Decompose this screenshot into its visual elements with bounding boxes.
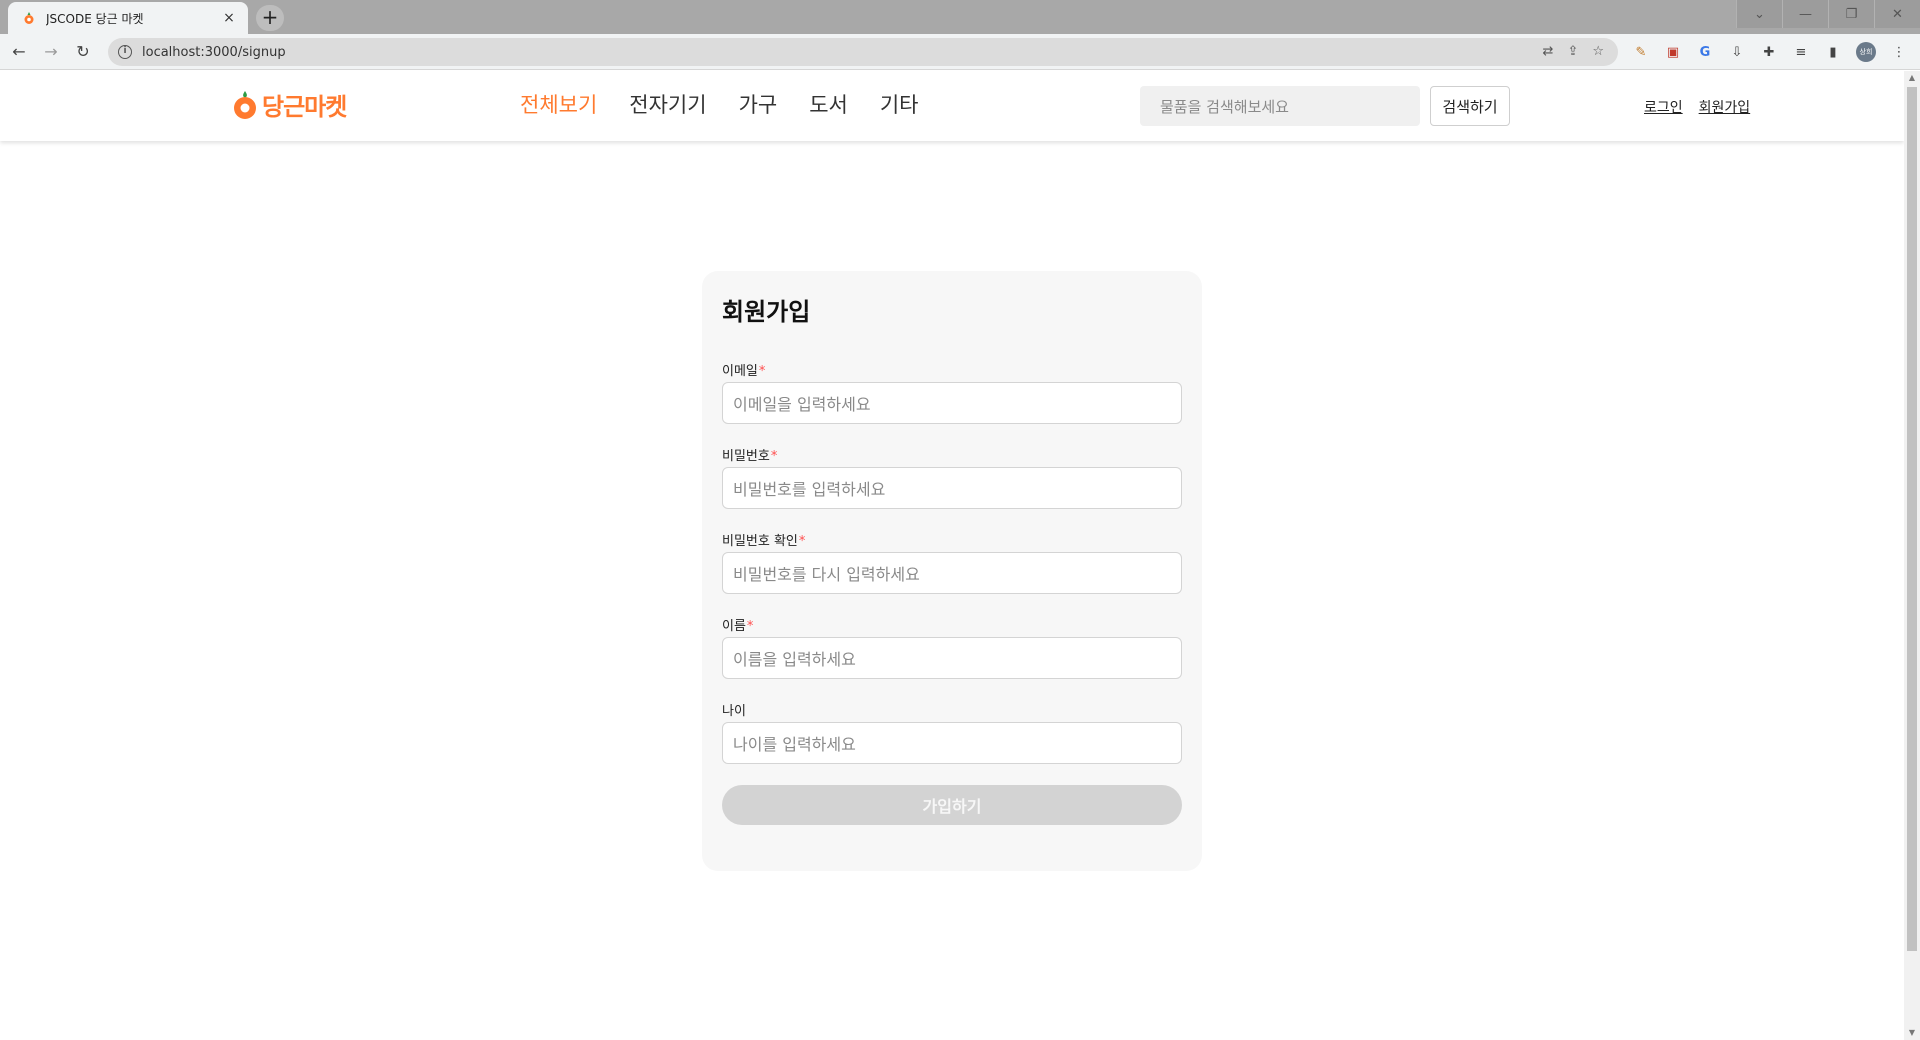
email-label-text: 이메일: [722, 364, 758, 379]
logo-text: 당근마켓: [262, 93, 347, 121]
signup-card: 회원가입 이메일* 이메일을 입력하세요 비밀번호* 비밀번호를 입력하세요 비…: [702, 271, 1202, 871]
nav-item-electronics[interactable]: 전자기기: [629, 89, 706, 119]
back-icon[interactable]: ←: [6, 39, 32, 65]
puzzle-extensions-icon[interactable]: ✚: [1760, 43, 1778, 61]
extension-download-icon[interactable]: ⇩: [1728, 43, 1746, 61]
carrot-favicon-icon: [24, 12, 34, 24]
age-field-group: 나이 나이를 입력하세요: [722, 700, 1182, 764]
nav-item-all[interactable]: 전체보기: [520, 89, 597, 119]
scroll-up-icon[interactable]: ▲: [1904, 71, 1920, 85]
carrot-logo-icon: [234, 90, 256, 119]
password-label-text: 비밀번호: [722, 449, 770, 464]
site-info-icon[interactable]: i: [118, 45, 132, 59]
browser-tabstrip: JSCODE 당근 마켓 × + ⌄ — ❐ ✕: [0, 0, 1920, 34]
reload-icon[interactable]: ↻: [70, 39, 96, 65]
password-confirm-label-text: 비밀번호 확인: [722, 534, 798, 549]
password-input[interactable]: 비밀번호를 입력하세요: [722, 467, 1182, 509]
search-button[interactable]: 검색하기: [1430, 86, 1510, 126]
nav-item-books[interactable]: 도서: [809, 89, 848, 119]
google-translate-icon[interactable]: G: [1696, 43, 1714, 61]
forward-icon[interactable]: →: [38, 39, 64, 65]
omnibox-actions: ⇄ ⇪ ☆: [1543, 44, 1604, 59]
page-viewport: 당근마켓 전체보기 전자기기 가구 도서 기타 물품을 검색해보세요 검색하기 …: [0, 71, 1904, 1040]
name-label-text: 이름: [722, 619, 746, 634]
reading-list-icon[interactable]: ≡: [1792, 43, 1810, 61]
bookmark-star-icon[interactable]: ☆: [1592, 44, 1604, 59]
page-title: 회원가입: [722, 298, 811, 326]
email-label: 이메일*: [722, 360, 1182, 379]
minimize-icon[interactable]: —: [1782, 0, 1828, 28]
url-text[interactable]: localhost:3000/signup: [142, 45, 286, 60]
extension-pencil-icon[interactable]: ✎: [1632, 43, 1650, 61]
age-input[interactable]: 나이를 입력하세요: [722, 722, 1182, 764]
signup-submit-button[interactable]: 가입하기: [722, 785, 1182, 825]
tab-search-icon[interactable]: ⌄: [1736, 0, 1782, 28]
browser-tab[interactable]: JSCODE 당근 마켓 ×: [8, 2, 248, 34]
scrollbar-thumb[interactable]: [1907, 87, 1917, 951]
age-label-text: 나이: [722, 704, 746, 719]
new-tab-button[interactable]: +: [256, 5, 284, 31]
age-label: 나이: [722, 700, 1182, 719]
name-field-group: 이름* 이름을 입력하세요: [722, 615, 1182, 679]
site-header: 당근마켓 전체보기 전자기기 가구 도서 기타 물품을 검색해보세요 검색하기 …: [0, 71, 1904, 141]
login-link[interactable]: 로그인: [1644, 97, 1683, 117]
auth-links: 로그인 회원가입: [1644, 97, 1750, 117]
required-mark: *: [798, 534, 806, 549]
nav-item-etc[interactable]: 기타: [880, 89, 919, 119]
extension-icons: ✎ ▣ G ⇩ ✚ ≡ ▮ 상희 ⋮: [1632, 42, 1908, 62]
browser-toolbar: ← → ↻ i localhost:3000/signup ⇄ ⇪ ☆ ✎ ▣ …: [0, 34, 1920, 70]
side-panel-icon[interactable]: ▮: [1824, 43, 1842, 61]
window-close-icon[interactable]: ✕: [1874, 0, 1920, 28]
tab-title: JSCODE 당근 마켓: [46, 11, 144, 26]
share-icon[interactable]: ⇪: [1567, 44, 1578, 59]
chrome-menu-icon[interactable]: ⋮: [1890, 43, 1908, 61]
tab-close-icon[interactable]: ×: [220, 10, 238, 26]
profile-avatar[interactable]: 상희: [1856, 42, 1876, 62]
email-field-group: 이메일* 이메일을 입력하세요: [722, 360, 1182, 424]
name-label: 이름*: [722, 615, 1182, 634]
scroll-down-icon[interactable]: ▼: [1904, 1026, 1920, 1040]
password-label: 비밀번호*: [722, 445, 1182, 464]
required-mark: *: [746, 619, 754, 634]
extension-red-icon[interactable]: ▣: [1664, 43, 1682, 61]
password-confirm-input[interactable]: 비밀번호를 다시 입력하세요: [722, 552, 1182, 594]
email-input[interactable]: 이메일을 입력하세요: [722, 382, 1182, 424]
required-mark: *: [758, 364, 766, 379]
restore-icon[interactable]: ❐: [1828, 0, 1874, 28]
password-confirm-field-group: 비밀번호 확인* 비밀번호를 다시 입력하세요: [722, 530, 1182, 594]
translate-icon[interactable]: ⇄: [1543, 44, 1554, 59]
site-logo[interactable]: 당근마켓: [232, 87, 347, 122]
page-scrollbar[interactable]: ▲ ▼: [1904, 71, 1920, 1040]
nav-item-furniture[interactable]: 가구: [739, 89, 778, 119]
password-field-group: 비밀번호* 비밀번호를 입력하세요: [722, 445, 1182, 509]
signup-link[interactable]: 회원가입: [1699, 97, 1751, 117]
name-input[interactable]: 이름을 입력하세요: [722, 637, 1182, 679]
address-bar[interactable]: i localhost:3000/signup ⇄ ⇪ ☆: [108, 38, 1618, 66]
password-confirm-label: 비밀번호 확인*: [722, 530, 1182, 549]
category-nav: 전체보기 전자기기 가구 도서 기타: [520, 89, 918, 119]
search-input[interactable]: 물품을 검색해보세요: [1140, 86, 1420, 126]
required-mark: *: [770, 449, 778, 464]
window-controls: ⌄ — ❐ ✕: [1736, 0, 1920, 34]
